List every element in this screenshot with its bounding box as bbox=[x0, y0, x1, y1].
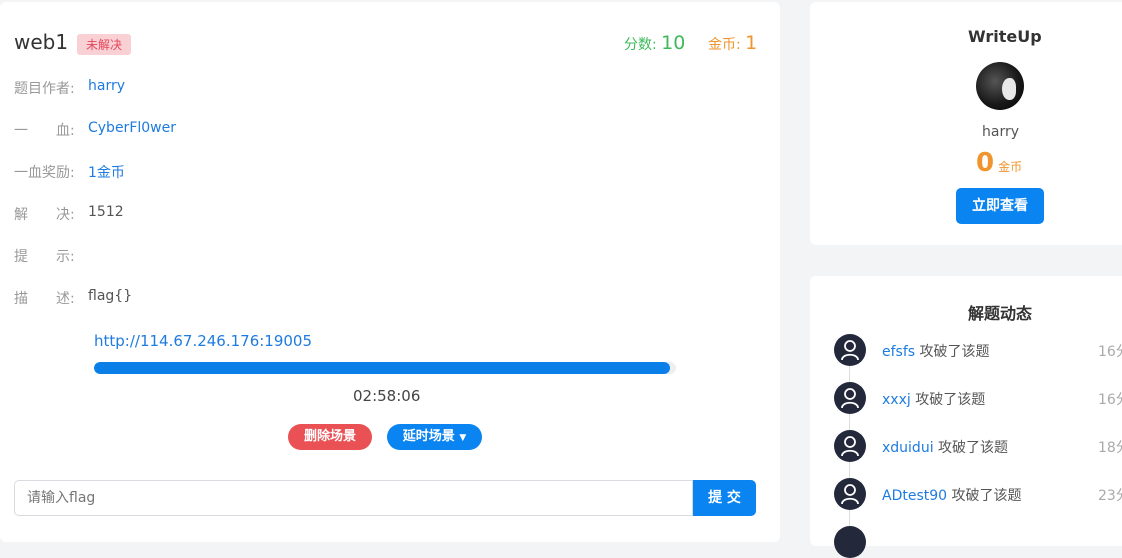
score-value: 10 bbox=[661, 32, 686, 54]
list-item: efsfs 攻破了该题 16分 bbox=[834, 334, 1122, 366]
activity-user-link[interactable]: xxxj bbox=[882, 392, 911, 408]
score-display: 分数: 10 bbox=[624, 32, 685, 54]
coins-label: 金币: bbox=[708, 37, 741, 53]
activity-time: 16分 bbox=[1098, 392, 1122, 408]
coins-value: 1 bbox=[745, 32, 758, 54]
extend-scene-button[interactable]: 延时场景 ▼ bbox=[387, 424, 482, 450]
list-item: xduidui 攻破了该题 18分 bbox=[834, 430, 1122, 462]
writeup-coins: 0 金币 bbox=[976, 148, 1022, 178]
writeup-author-avatar bbox=[976, 62, 1024, 110]
score-label: 分数: bbox=[624, 37, 657, 53]
list-item bbox=[834, 526, 1122, 558]
challenge-title: web1 bbox=[14, 30, 69, 54]
writeup-coins-value: 0 bbox=[976, 148, 995, 178]
activity-time: 16分 bbox=[1098, 344, 1122, 360]
scene-url-link[interactable]: http://114.67.246.176:19005 bbox=[94, 332, 312, 350]
coins-display: 金币: 1 bbox=[708, 32, 757, 54]
field-author: 题目作者: harry bbox=[14, 78, 125, 98]
scene-progress-bar bbox=[94, 362, 676, 374]
field-label: 描 述: bbox=[14, 291, 75, 307]
field-description: 描 述: flag{} bbox=[14, 288, 132, 308]
activity-user-link[interactable]: efsfs bbox=[882, 344, 915, 360]
author-link[interactable]: harry bbox=[88, 78, 125, 94]
writeup-title: WriteUp bbox=[968, 27, 1042, 46]
caret-down-icon: ▼ bbox=[459, 433, 467, 443]
writeup-author-name: harry bbox=[982, 124, 1020, 140]
activity-user-link[interactable]: ADtest90 bbox=[882, 488, 947, 504]
activity-text: xduidui 攻破了该题 bbox=[882, 437, 1008, 457]
description-value: flag{} bbox=[88, 288, 133, 304]
progress-fill bbox=[94, 362, 671, 374]
writeup-coins-unit: 金币 bbox=[998, 160, 1023, 174]
activity-title: 解题动态 bbox=[968, 304, 1033, 323]
first-blood-reward: 1金币 bbox=[88, 165, 125, 181]
delete-scene-button[interactable]: 删除场景 bbox=[288, 424, 372, 450]
activity-action: 攻破了该题 bbox=[938, 440, 1009, 456]
submit-flag-button[interactable]: 提 交 bbox=[693, 480, 756, 516]
first-blood-link[interactable]: CyberFl0wer bbox=[88, 120, 176, 136]
activity-text: xxxj 攻破了该题 bbox=[882, 389, 985, 409]
activity-action: 攻破了该题 bbox=[915, 392, 986, 408]
user-icon bbox=[834, 478, 866, 510]
solves-value: 1512 bbox=[88, 204, 124, 220]
user-icon bbox=[834, 430, 866, 462]
activity-text: ADtest90 攻破了该题 bbox=[882, 485, 1022, 505]
field-hint: 提 示: bbox=[14, 246, 86, 266]
activity-text: efsfs 攻破了该题 bbox=[882, 341, 990, 361]
list-item: xxxj 攻破了该题 16分 bbox=[834, 382, 1122, 414]
challenge-card: web1 未解决 分数: 10 金币: 1 题目作者: harry 一 血: C… bbox=[0, 2, 780, 542]
activity-time: 23分 bbox=[1098, 488, 1122, 504]
activity-user-link[interactable]: xduidui bbox=[882, 440, 934, 456]
view-writeup-button[interactable]: 立即查看 bbox=[956, 188, 1044, 224]
activity-action: 攻破了该题 bbox=[951, 488, 1022, 504]
field-label: 一血奖励: bbox=[14, 165, 75, 181]
list-item: ADtest90 攻破了该题 23分 bbox=[834, 478, 1122, 510]
field-label: 一 血: bbox=[14, 123, 75, 139]
activity-action: 攻破了该题 bbox=[919, 344, 990, 360]
field-label: 提 示: bbox=[14, 249, 75, 265]
field-label: 题目作者: bbox=[14, 81, 75, 97]
status-badge: 未解决 bbox=[77, 34, 132, 55]
user-icon bbox=[834, 334, 866, 366]
field-first-blood-reward: 一血奖励: 1金币 bbox=[14, 162, 125, 182]
user-icon bbox=[834, 526, 866, 558]
field-solves: 解 决: 1512 bbox=[14, 204, 124, 224]
user-icon bbox=[834, 382, 866, 414]
field-first-blood: 一 血: CyberFl0wer bbox=[14, 120, 176, 140]
solve-activity-card: 解题动态 efsfs 攻破了该题 16分 xxxj 攻破了该题 16分 xdui… bbox=[810, 276, 1122, 558]
activity-time: 18分 bbox=[1098, 440, 1122, 456]
scene-timer: 02:58:06 bbox=[353, 387, 421, 405]
writeup-card: WriteUp harry 0 金币 立即查看 bbox=[810, 2, 1122, 245]
flag-input[interactable] bbox=[14, 480, 693, 516]
field-label: 解 决: bbox=[14, 207, 75, 223]
extend-scene-label: 延时场景 bbox=[402, 429, 455, 444]
